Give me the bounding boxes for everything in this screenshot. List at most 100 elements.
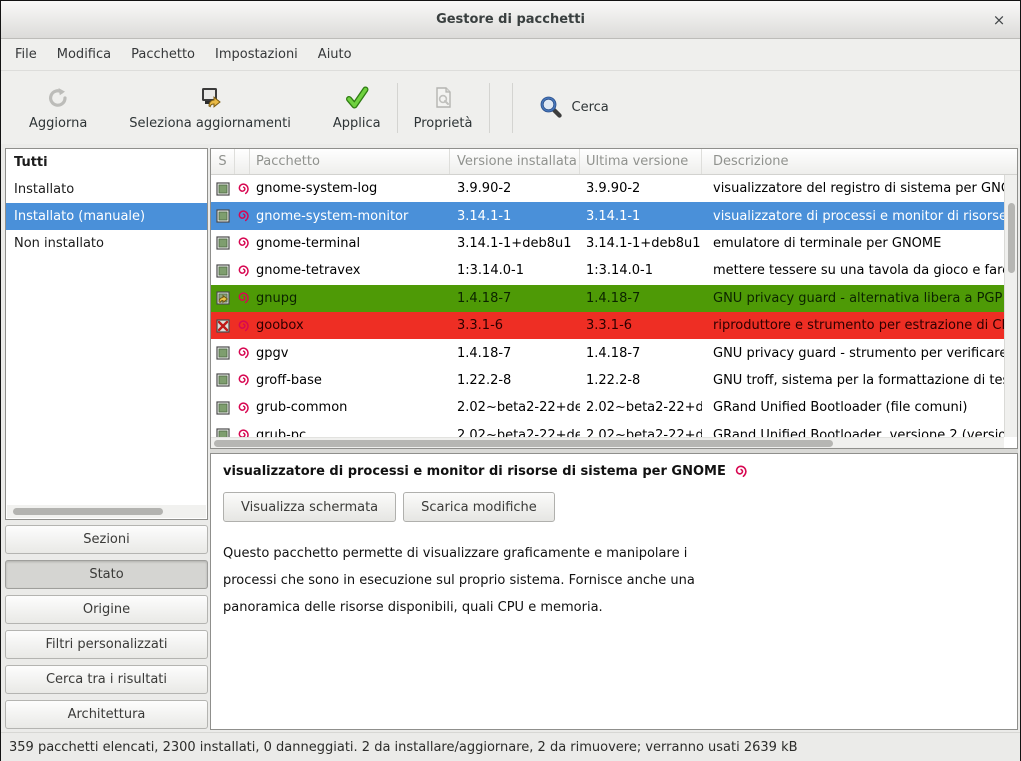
titlebar[interactable]: Gestore di pacchetti × — [1, 1, 1020, 39]
get-screenshot-button[interactable]: Visualizza schermata — [223, 492, 396, 522]
scrollbar-thumb[interactable] — [214, 440, 833, 447]
table-row[interactable]: gnome-terminal 3.14.1-1+deb8u1 3.14.1-1+… — [211, 230, 1004, 257]
toolbar-separator — [512, 83, 513, 133]
package-status-cell[interactable] — [211, 291, 235, 305]
package-status-cell[interactable] — [211, 428, 235, 437]
sections-button[interactable]: Sezioni — [5, 525, 208, 554]
package-description: mettere tessere su una tavola da gioco e… — [702, 263, 1004, 278]
package-latest-version: 3.9.90-2 — [580, 181, 702, 196]
column-header-latest-version[interactable]: Ultima versione — [580, 149, 702, 174]
status-reinstall-icon[interactable] — [216, 291, 230, 305]
package-name: grub-pc — [250, 428, 450, 437]
scrollbar-thumb[interactable] — [1008, 203, 1015, 273]
table-vscrollbar[interactable] — [1004, 175, 1017, 437]
package-installed-version: 3.9.90-2 — [450, 181, 580, 196]
debian-swirl-icon — [733, 464, 748, 479]
column-header-package[interactable]: Pacchetto — [250, 149, 450, 174]
package-status-cell[interactable] — [211, 346, 235, 360]
table-row[interactable]: goobox 3.3.1-6 3.3.1-6 riproduttore e st… — [211, 312, 1004, 339]
status-installed-icon[interactable] — [216, 346, 230, 360]
package-description: GNU privacy guard - strumento per verifi… — [702, 346, 1004, 361]
menubar: File Modifica Pacchetto Impostazioni Aiu… — [1, 39, 1020, 71]
package-installed-version: 3.14.1-1+deb8u1 — [450, 236, 580, 251]
mark-upgrades-icon — [197, 85, 223, 111]
status-installed-icon[interactable] — [216, 428, 230, 437]
package-supported-cell — [235, 209, 250, 223]
package-status-cell[interactable] — [211, 373, 235, 387]
filter-list-hscrollbar[interactable] — [7, 505, 206, 518]
package-status-cell[interactable] — [211, 319, 235, 333]
mark-upgrades-label: Seleziona aggiornamenti — [129, 116, 291, 131]
package-description: GNU troff, sistema per la formattazione … — [702, 373, 1004, 388]
package-supported-cell — [235, 428, 250, 437]
apply-button[interactable]: Applica — [321, 76, 393, 140]
filter-list-item[interactable]: Tutti — [6, 149, 207, 176]
package-latest-version: 3.14.1-1+deb8u1 — [580, 236, 702, 251]
table-row[interactable]: grub-pc 2.02~beta2-22+deb8u1 2.02~beta2-… — [211, 422, 1004, 437]
architecture-button[interactable]: Architettura — [5, 700, 208, 729]
package-installed-version: 2.02~beta2-22+deb8u1 — [450, 400, 580, 415]
package-name: goobox — [250, 318, 450, 333]
menu-impostazioni[interactable]: Impostazioni — [205, 41, 308, 68]
package-supported-cell — [235, 182, 250, 196]
menu-pacchetto[interactable]: Pacchetto — [121, 41, 205, 68]
properties-button[interactable]: Proprietà — [402, 76, 485, 140]
package-name: gnome-terminal — [250, 236, 450, 251]
package-description: GRand Unified Bootloader, versione 2 (ve… — [702, 428, 1004, 437]
search-results-button[interactable]: Cerca tra i risultati — [5, 665, 208, 694]
table-hscrollbar[interactable] — [211, 437, 1004, 448]
package-status-cell[interactable] — [211, 209, 235, 223]
search-button[interactable]: Cerca — [525, 76, 623, 140]
close-icon[interactable]: × — [990, 11, 1008, 29]
table-row[interactable]: groff-base 1.22.2-8 1.22.2-8 GNU troff, … — [211, 367, 1004, 394]
search-icon — [539, 95, 564, 120]
custom-filters-button[interactable]: Filtri personalizzati — [5, 630, 208, 659]
table-row[interactable]: gpgv 1.4.18-7 1.4.18-7 GNU privacy guard… — [211, 339, 1004, 366]
table-row[interactable]: gnome-system-monitor 3.14.1-1 3.14.1-1 v… — [211, 202, 1004, 229]
status-installed-icon[interactable] — [216, 264, 230, 278]
filter-list-item[interactable]: Installato (manuale) — [6, 203, 207, 230]
status-installed-icon[interactable] — [216, 182, 230, 196]
menu-modifica[interactable]: Modifica — [47, 41, 121, 68]
column-header-description[interactable]: Descrizione — [702, 149, 1017, 174]
toolbar-separator — [397, 83, 398, 133]
debian-swirl-icon — [236, 291, 250, 305]
statusbar: 359 pacchetti elencati, 2300 installati,… — [1, 732, 1020, 761]
package-status-cell[interactable] — [211, 182, 235, 196]
column-header-supported[interactable] — [235, 149, 250, 174]
get-changelog-button[interactable]: Scarica modifiche — [403, 492, 555, 522]
status-installed-icon[interactable] — [216, 373, 230, 387]
debian-swirl-icon — [236, 264, 250, 278]
table-row[interactable]: gnome-tetravex 1:3.14.0-1 1:3.14.0-1 met… — [211, 257, 1004, 284]
filter-list-item[interactable]: Non installato — [6, 230, 207, 257]
search-label: Cerca — [572, 100, 609, 115]
origin-button[interactable]: Origine — [5, 595, 208, 624]
package-status-cell[interactable] — [211, 264, 235, 278]
package-supported-cell — [235, 346, 250, 360]
package-latest-version: 1:3.14.0-1 — [580, 263, 702, 278]
table-row[interactable]: gnome-system-log 3.9.90-2 3.9.90-2 visua… — [211, 175, 1004, 202]
package-supported-cell — [235, 401, 250, 415]
package-status-cell[interactable] — [211, 401, 235, 415]
package-description: visualizzatore del registro di sistema p… — [702, 181, 1004, 196]
menu-aiuto[interactable]: Aiuto — [308, 41, 362, 68]
menu-file[interactable]: File — [5, 41, 47, 68]
package-installed-version: 1.22.2-8 — [450, 373, 580, 388]
status-installed-icon[interactable] — [216, 401, 230, 415]
scrollbar-thumb[interactable] — [13, 508, 163, 515]
package-status-cell[interactable] — [211, 236, 235, 250]
refresh-button[interactable]: Aggiorna — [17, 76, 99, 140]
table-row[interactable]: grub-common 2.02~beta2-22+deb8u1 2.02~be… — [211, 394, 1004, 421]
filter-list-item[interactable]: Installato — [6, 176, 207, 203]
debian-swirl-icon — [236, 182, 250, 196]
mark-upgrades-button[interactable]: Seleziona aggiornamenti — [117, 76, 303, 140]
status-installed-icon[interactable] — [216, 209, 230, 223]
table-header: S Pacchetto Versione installata Ultima v… — [211, 149, 1017, 175]
status-button[interactable]: Stato — [5, 560, 208, 589]
status-remove-icon[interactable] — [216, 319, 230, 333]
column-header-status[interactable]: S — [211, 149, 235, 174]
status-installed-icon[interactable] — [216, 236, 230, 250]
column-header-installed-version[interactable]: Versione installata — [450, 149, 580, 174]
table-row[interactable]: gnupg 1.4.18-7 1.4.18-7 GNU privacy guar… — [211, 285, 1004, 312]
package-description: riproduttore e strumento per estrazione … — [702, 318, 1004, 333]
